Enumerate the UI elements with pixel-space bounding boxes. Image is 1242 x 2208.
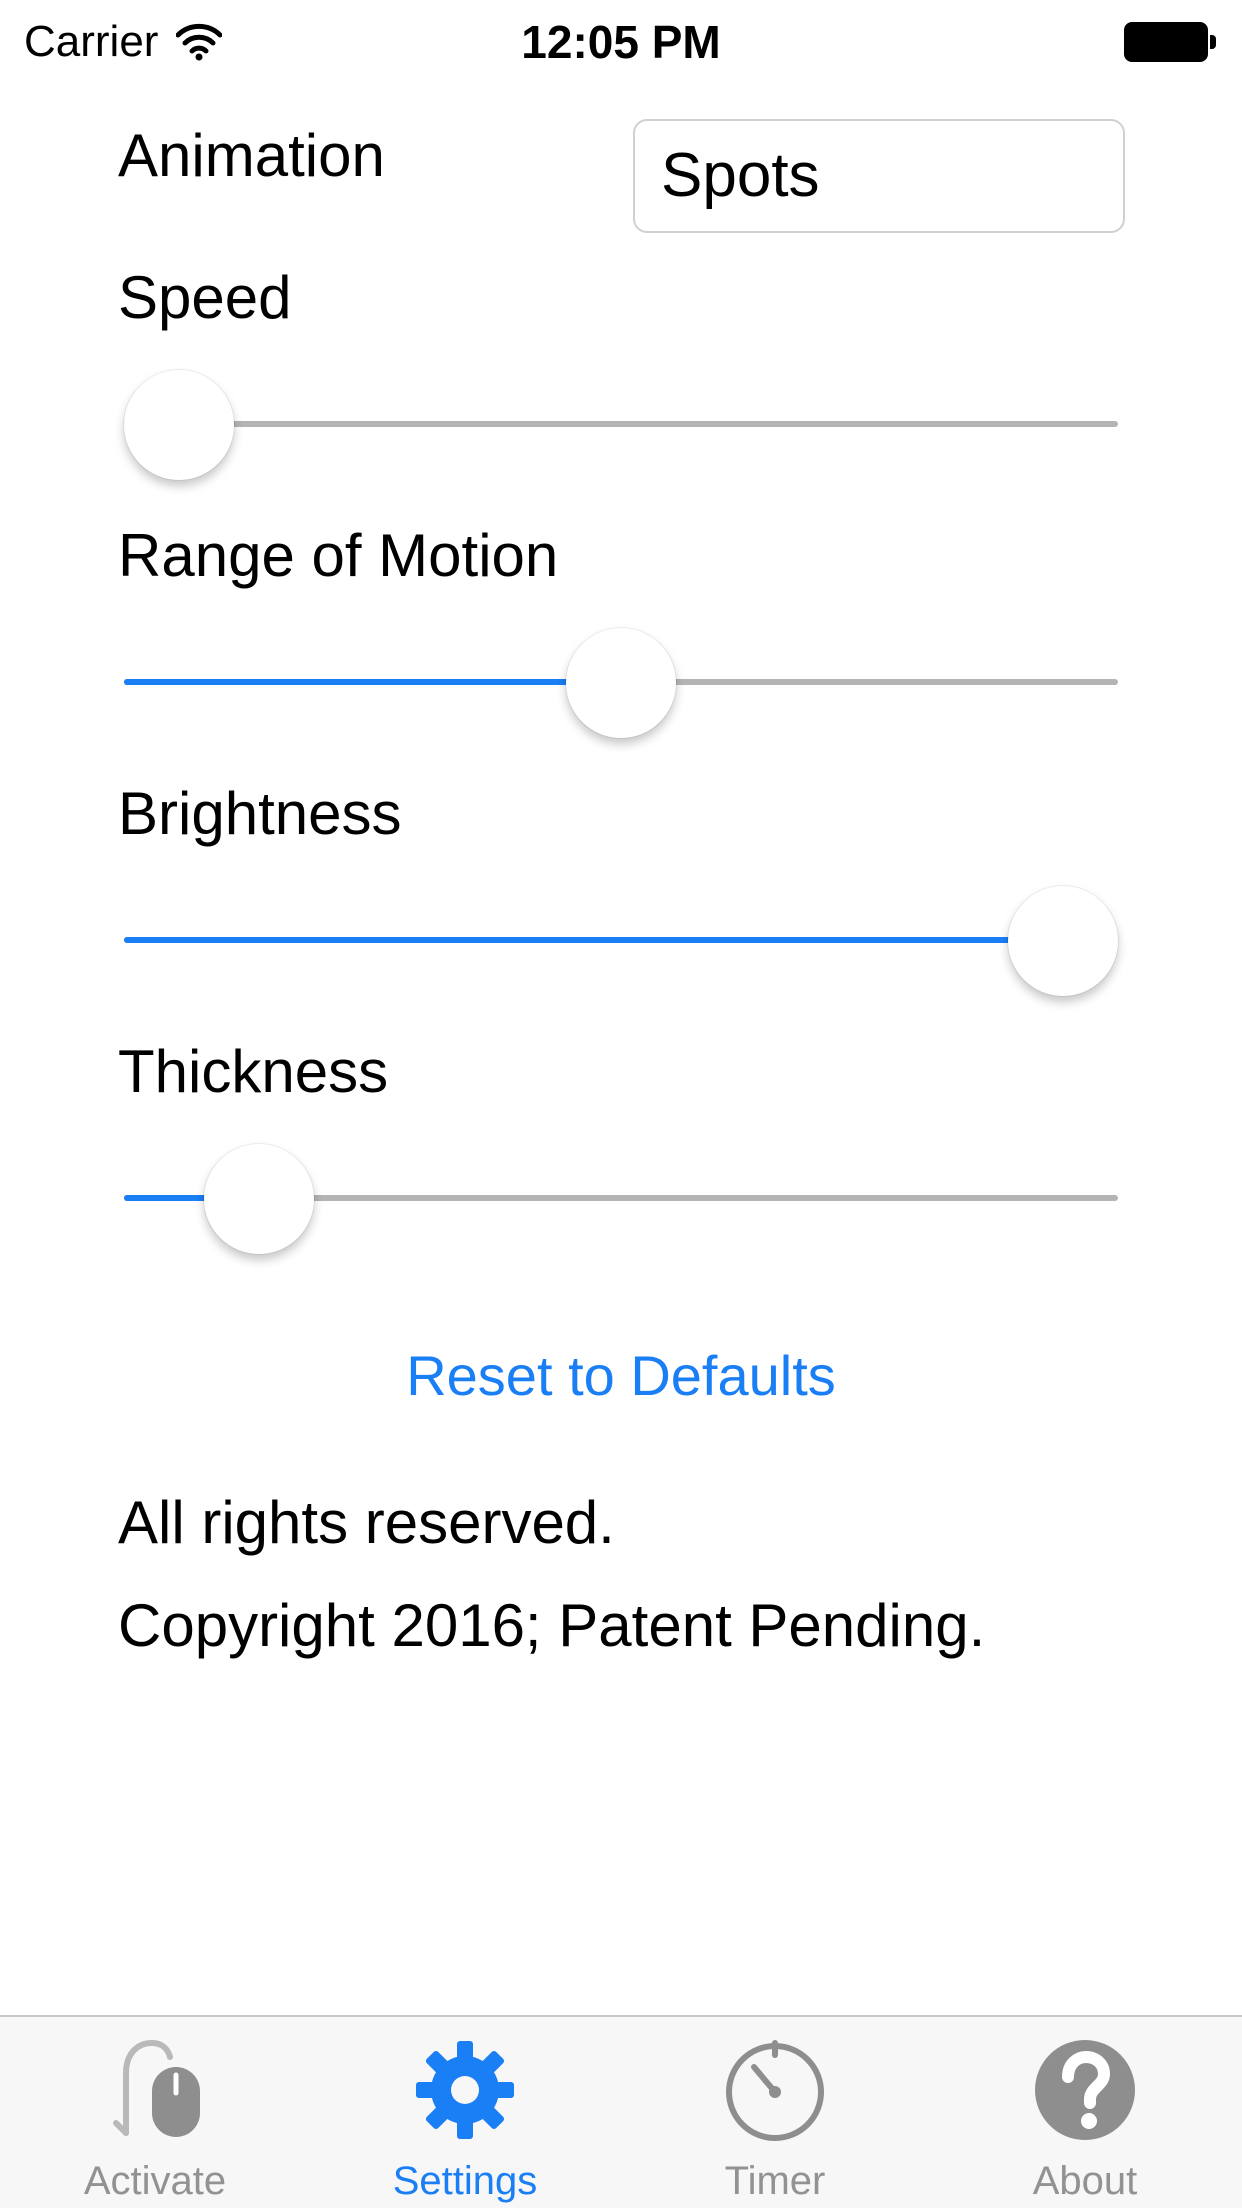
- tab-activate[interactable]: Activate: [0, 2017, 310, 2208]
- thickness-slider[interactable]: [124, 1143, 1118, 1255]
- rights-text: All rights reserved.: [118, 1489, 615, 1556]
- settings-screen: Carrier 12:05 PM Animation Spots Speed R…: [0, 0, 1242, 2208]
- question-icon: [1035, 2040, 1135, 2140]
- gear-icon: [416, 2041, 514, 2139]
- brightness-label: Brightness: [118, 780, 402, 847]
- range-of-motion-slider[interactable]: [124, 627, 1118, 739]
- copyright-text: Copyright 2016; Patent Pending.: [118, 1592, 986, 1659]
- speed-label: Speed: [118, 264, 292, 331]
- tab-label: Timer: [724, 2159, 826, 2203]
- status-bar: Carrier 12:05 PM: [0, 0, 1242, 84]
- slider-thumb[interactable]: [124, 370, 234, 480]
- slider-thumb[interactable]: [203, 1144, 314, 1254]
- slider-thumb[interactable]: [566, 628, 676, 738]
- range-of-motion-label: Range of Motion: [118, 522, 559, 589]
- battery-icon: [1124, 22, 1216, 62]
- tab-label: Settings: [392, 2159, 538, 2203]
- tab-bar: Activate Settings Timer About: [0, 2015, 1242, 2208]
- tab-about[interactable]: About: [930, 2017, 1240, 2208]
- tab-settings[interactable]: Settings: [310, 2017, 620, 2208]
- slider-fill: [124, 679, 621, 685]
- mouse-icon: [113, 2039, 200, 2137]
- reset-to-defaults-button[interactable]: Reset to Defaults: [0, 1340, 1242, 1412]
- slider-fill: [124, 937, 1063, 943]
- animation-label: Animation: [118, 122, 385, 189]
- animation-picker[interactable]: Spots: [633, 119, 1125, 233]
- thickness-label: Thickness: [118, 1038, 389, 1105]
- tab-label: Activate: [83, 2159, 227, 2203]
- slider-thumb[interactable]: [1008, 886, 1118, 996]
- tab-timer[interactable]: Timer: [620, 2017, 930, 2208]
- tab-label: About: [1032, 2159, 1138, 2203]
- timer-icon: [726, 2040, 824, 2141]
- speed-slider[interactable]: [124, 369, 1118, 481]
- slider-track: [124, 421, 1118, 427]
- status-time: 12:05 PM: [521, 16, 721, 68]
- brightness-slider[interactable]: [124, 885, 1118, 997]
